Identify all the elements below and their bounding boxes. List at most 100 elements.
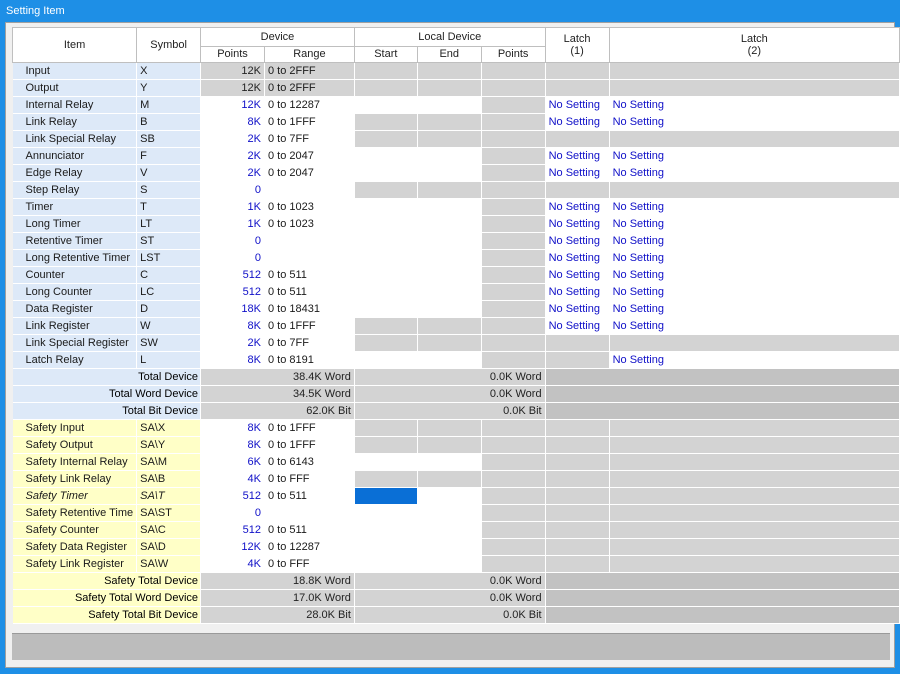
latch-2-cell[interactable]: No Setting	[609, 96, 900, 114]
local-end-cell[interactable]	[417, 147, 482, 165]
local-end-cell[interactable]	[417, 130, 482, 148]
latch-1-cell[interactable]	[545, 62, 610, 80]
local-start-cell[interactable]	[354, 215, 418, 233]
points-cell[interactable]: 1K	[200, 198, 265, 216]
latch-1-cell[interactable]	[545, 130, 610, 148]
latch-1-cell[interactable]	[545, 334, 610, 352]
header-symbol[interactable]: Symbol	[136, 27, 202, 63]
points-cell[interactable]: 0	[200, 249, 265, 267]
local-start-cell[interactable]	[354, 130, 418, 148]
latch-1-cell[interactable]: No Setting	[545, 232, 610, 250]
latch-2-cell[interactable]: No Setting	[609, 147, 900, 165]
latch-1-cell[interactable]: No Setting	[545, 300, 610, 318]
latch-2-cell[interactable]: No Setting	[609, 266, 900, 284]
local-end-cell[interactable]	[417, 232, 482, 250]
local-start-cell[interactable]	[354, 334, 418, 352]
local-end-cell[interactable]	[417, 436, 482, 454]
latch-1-cell[interactable]: No Setting	[545, 249, 610, 267]
latch-1-cell[interactable]: No Setting	[545, 266, 610, 284]
table-row[interactable]: Safety Link Register SA\W 4K 0 to FFF	[12, 555, 900, 573]
latch-2-cell[interactable]	[609, 130, 900, 148]
local-end-cell[interactable]	[417, 164, 482, 182]
points-cell[interactable]: 8K	[200, 419, 265, 437]
local-start-cell[interactable]	[354, 504, 418, 522]
latch-1-cell[interactable]	[545, 351, 610, 369]
table-row[interactable]: Input X 12K 0 to 2FFF	[12, 62, 900, 80]
latch-1-cell[interactable]: No Setting	[545, 317, 610, 335]
table-row[interactable]: Counter C 512 0 to 511 No Setting No Setting	[12, 266, 900, 284]
table-row[interactable]: Link Register W 8K 0 to 1FFF No Setting No Se…	[12, 317, 900, 335]
latch-2-cell[interactable]: No Setting	[609, 113, 900, 131]
local-end-cell[interactable]	[417, 521, 482, 539]
latch-1-cell[interactable]	[545, 79, 610, 97]
table-row[interactable]: Long Retentive Timer LST 0 No Setting No Set…	[12, 249, 900, 267]
header-points[interactable]: Points	[200, 46, 265, 63]
points-cell[interactable]: 2K	[200, 164, 265, 182]
local-start-cell[interactable]	[354, 470, 418, 488]
latch-2-cell[interactable]: No Setting	[609, 351, 900, 369]
local-start-cell[interactable]	[354, 300, 418, 318]
latch-1-cell[interactable]: No Setting	[545, 113, 610, 131]
local-start-cell[interactable]	[354, 147, 418, 165]
table-row[interactable]: Internal Relay M 12K 0 to 12287 No Setting No…	[12, 96, 900, 114]
table-row[interactable]: Safety Link Relay SA\B 4K 0 to FFF	[12, 470, 900, 488]
points-cell[interactable]: 18K	[200, 300, 265, 318]
local-start-cell[interactable]	[354, 96, 418, 114]
table-row[interactable]: Timer T 1K 0 to 1023 No Setting No Setting	[12, 198, 900, 216]
points-cell[interactable]: 2K	[200, 334, 265, 352]
header-local-points[interactable]: Points	[480, 46, 546, 63]
local-start-cell[interactable]	[354, 62, 418, 80]
table-row[interactable]: Output Y 12K 0 to 2FFF	[12, 79, 900, 97]
points-cell[interactable]: 0	[200, 504, 265, 522]
table-row[interactable]: Safety Input SA\X 8K 0 to 1FFF	[12, 419, 900, 437]
header-item[interactable]: Item	[11, 27, 138, 63]
local-start-cell[interactable]	[354, 164, 418, 182]
local-end-cell[interactable]	[417, 79, 482, 97]
table-row[interactable]: Safety Counter SA\C 512 0 to 511	[12, 521, 900, 539]
points-cell[interactable]: 8K	[200, 351, 265, 369]
local-start-cell[interactable]	[354, 266, 418, 284]
latch-2-cell[interactable]	[609, 334, 900, 352]
local-start-cell[interactable]	[354, 232, 418, 250]
local-start-cell[interactable]	[354, 351, 418, 369]
latch-2-cell[interactable]: No Setting	[609, 164, 900, 182]
local-start-cell[interactable]	[354, 419, 418, 437]
points-cell[interactable]: 512	[200, 266, 265, 284]
header-end[interactable]: End	[416, 46, 482, 63]
table-row[interactable]: Link Special Register SW 2K 0 to 7FF	[12, 334, 900, 352]
local-start-cell[interactable]	[354, 538, 418, 556]
points-cell[interactable]: 512	[200, 283, 265, 301]
points-cell[interactable]: 0	[200, 232, 265, 250]
latch-1-cell[interactable]	[545, 181, 610, 199]
latch-1-cell[interactable]: No Setting	[545, 164, 610, 182]
points-cell[interactable]: 4K	[200, 555, 265, 573]
latch-2-cell[interactable]: No Setting	[609, 232, 900, 250]
latch-2-cell[interactable]: No Setting	[609, 300, 900, 318]
local-end-cell[interactable]	[417, 317, 482, 335]
points-cell[interactable]: 8K	[200, 436, 265, 454]
header-start[interactable]: Start	[353, 46, 418, 63]
local-end-cell[interactable]	[417, 181, 482, 199]
local-start-cell[interactable]	[354, 181, 418, 199]
table-row[interactable]: Safety Output SA\Y 8K 0 to 1FFF	[12, 436, 900, 454]
table-row[interactable]: Safety Internal Relay SA\M 6K 0 to 6143	[12, 453, 900, 471]
header-latch-2[interactable]: Latch (2)	[608, 27, 900, 63]
header-local-device[interactable]: Local Device	[353, 27, 546, 47]
points-cell[interactable]: 12K	[200, 538, 265, 556]
local-end-cell[interactable]	[417, 504, 482, 522]
table-row[interactable]: Safety Data Register SA\D 12K 0 to 12287	[12, 538, 900, 556]
table-row[interactable]: Step Relay S 0	[12, 181, 900, 199]
points-cell[interactable]: 8K	[200, 113, 265, 131]
points-cell[interactable]: 6K	[200, 453, 265, 471]
points-cell[interactable]: 2K	[200, 147, 265, 165]
local-end-cell[interactable]	[417, 62, 482, 80]
latch-2-cell[interactable]: No Setting	[609, 283, 900, 301]
points-cell[interactable]: 0	[200, 181, 265, 199]
table-row[interactable]: Edge Relay V 2K 0 to 2047 No Setting No Setti…	[12, 164, 900, 182]
table-row[interactable]: Data Register D 18K 0 to 18431 No Setting No …	[12, 300, 900, 318]
points-cell[interactable]: 12K	[200, 62, 265, 80]
points-cell[interactable]: 2K	[200, 130, 265, 148]
latch-2-cell[interactable]: No Setting	[609, 198, 900, 216]
header-device[interactable]: Device	[200, 27, 355, 47]
latch-1-cell[interactable]: No Setting	[545, 198, 610, 216]
